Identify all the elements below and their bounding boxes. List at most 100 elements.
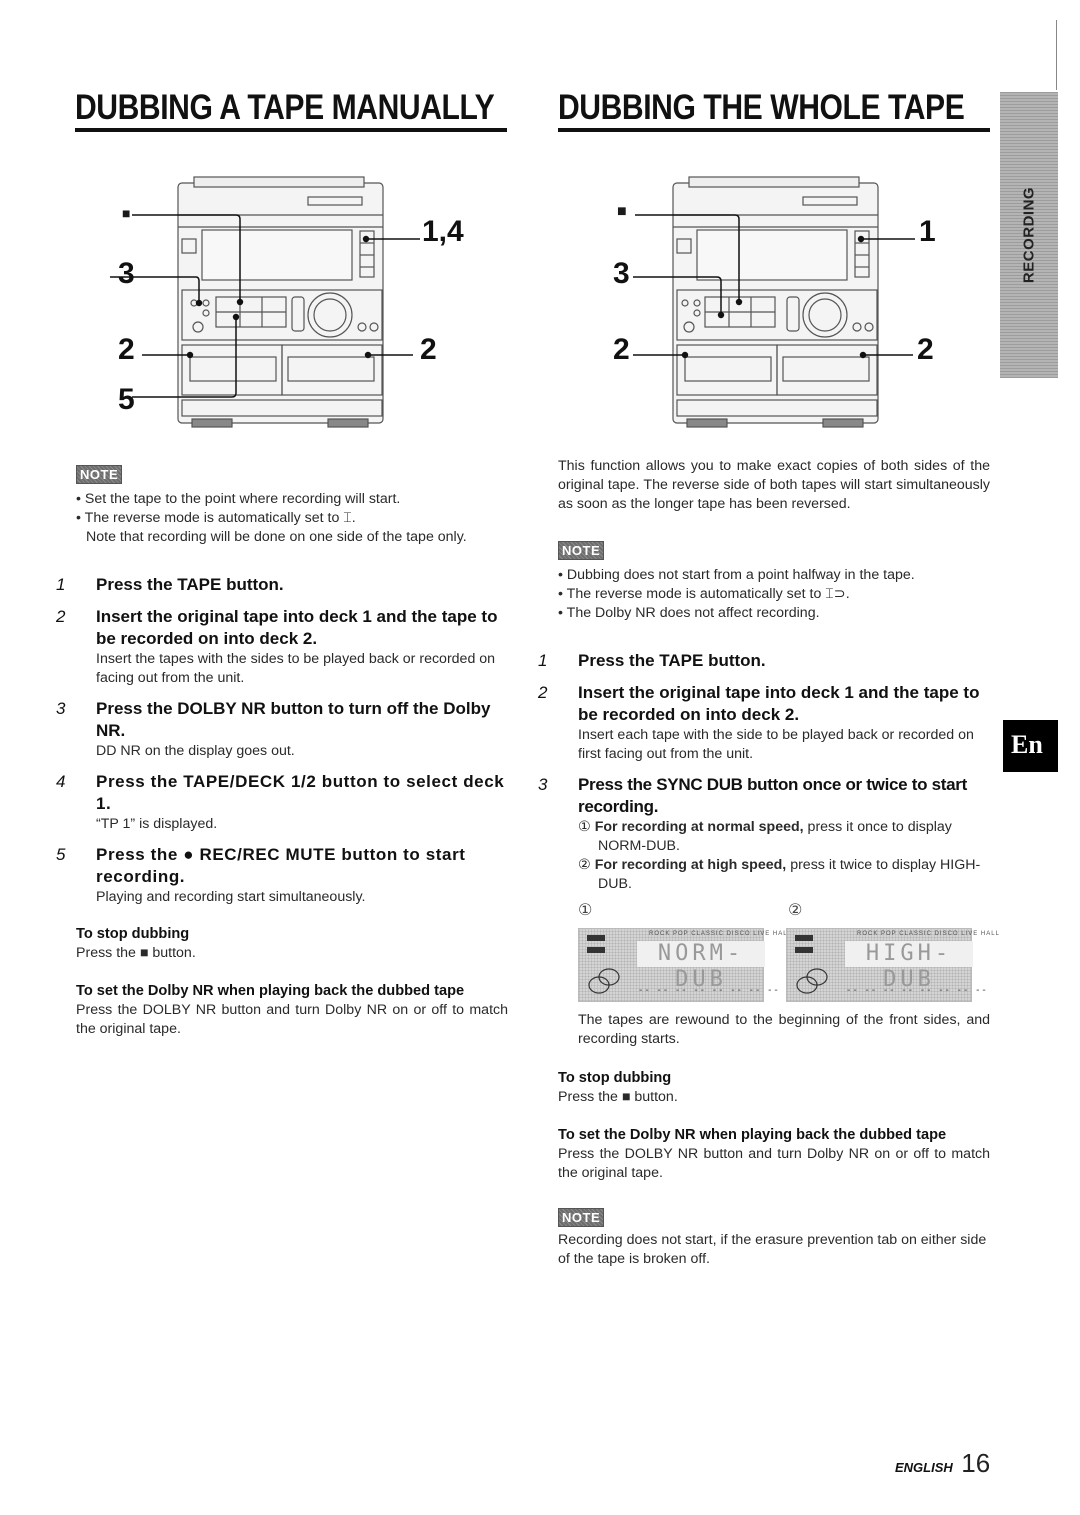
option-high-speed: ② For recording at high speed, press it … xyxy=(558,856,990,894)
lcd-display-high-dub: ROCK POP CLASSIC DISCO LIVE HALL HIGH-DU… xyxy=(786,928,999,1002)
right-dolby-section: To set the Dolby NR when playing back th… xyxy=(558,1126,990,1183)
step-text: Press the TAPE button. xyxy=(96,575,284,594)
page-number: 16 xyxy=(961,1448,991,1478)
note-badge: NOTE xyxy=(558,1208,605,1227)
lcd-mode-labels: ROCK POP CLASSIC DISCO LIVE HALL xyxy=(649,931,792,937)
lcd-text: NORM-DUB xyxy=(637,941,765,992)
left-title-rule xyxy=(75,128,507,132)
step-detail: DD NR on the display goes out. xyxy=(96,743,295,759)
step-detail: Playing and recording start simultaneous… xyxy=(96,889,366,905)
step-number: 1 xyxy=(538,651,548,670)
right-intro: This function allows you to make exact c… xyxy=(558,458,990,512)
step-text: Press the DOLBY NR button to turn off th… xyxy=(96,699,491,740)
step-text: Insert the original tape into deck 1 and… xyxy=(578,683,980,724)
right-stop-section: To stop dubbing Press the ■ button. xyxy=(558,1069,990,1107)
step-number: 4 xyxy=(56,772,67,791)
step-detail: Insert the tapes with the sides to be pl… xyxy=(96,651,496,686)
left-dolby-section: To set the Dolby NR when playing back th… xyxy=(76,982,508,1039)
right-stereo-diagram: ■ 1 3 2 2 xyxy=(605,175,945,435)
display-marker-2: ② xyxy=(788,902,803,919)
callout-1-4: 1,4 xyxy=(422,215,464,248)
callout-2-right: 2 xyxy=(420,333,437,366)
section-tab-label: RECORDING xyxy=(1020,186,1038,284)
lcd-indicator xyxy=(795,935,813,941)
note-bullet: • Dubbing does not start from a point ha… xyxy=(558,567,915,583)
right-note: NOTE • Dubbing does not start from a poi… xyxy=(558,541,998,623)
stereo-unit-illustration xyxy=(633,176,915,428)
note-extra: Note that recording will be done on one … xyxy=(86,529,467,545)
step-number: 2 xyxy=(56,607,66,626)
lcd-text: HIGH-DUB xyxy=(845,941,973,992)
left-note: NOTE • Set the tape to the point where r… xyxy=(76,465,516,547)
option-bold: For recording at normal speed, xyxy=(594,819,804,835)
lcd-mode-labels: ROCK POP CLASSIC DISCO LIVE HALL xyxy=(857,931,1000,937)
note-bullet: • The reverse mode is automatically set … xyxy=(76,510,356,526)
language-tab-en: En xyxy=(1003,720,1058,772)
dolby-symbol-icon xyxy=(588,968,620,994)
page-footer: ENGLISH 16 xyxy=(895,1448,990,1479)
dolby-heading: To set the Dolby NR when playing back th… xyxy=(558,1127,947,1143)
step-number: 2 xyxy=(538,683,548,702)
stop-callout: ■ xyxy=(122,205,131,221)
right-title-rule xyxy=(558,128,990,132)
note-text: Recording does not start, if the erasure… xyxy=(558,1232,987,1267)
step-detail: Insert each tape with the side to be pla… xyxy=(578,727,974,762)
callout-2-right: 2 xyxy=(917,333,934,366)
step-3: 3 Press the SYNC DUB button once or twice… xyxy=(538,774,990,818)
step-text: Press the TAPE button. xyxy=(578,651,766,670)
step-2: 2 Insert the original tape into deck 1 an… xyxy=(538,682,990,726)
option-bold: For recording at high speed, xyxy=(594,857,787,873)
lcd-indicator xyxy=(795,947,813,953)
footer-language: ENGLISH xyxy=(895,1460,953,1475)
section-tab-recording: RECORDING xyxy=(1000,92,1058,378)
left-section-title: DUBBING A TAPE MANUALLY xyxy=(75,88,495,127)
lcd-indicator xyxy=(587,935,605,941)
dolby-symbol-icon xyxy=(796,968,828,994)
note-badge: NOTE xyxy=(558,541,605,560)
right-after-text: The tapes are rewound to the beginning o… xyxy=(578,1012,990,1047)
callout-2-left: 2 xyxy=(613,333,630,366)
step-detail: “TP 1” is displayed. xyxy=(96,816,218,832)
note-bullet: • The Dolby NR does not affect recording… xyxy=(558,605,820,621)
right-section-title: DUBBING THE WHOLE TAPE xyxy=(558,88,965,127)
callout-1: 1 xyxy=(919,215,936,248)
step-text: Press the ● REC/REC MUTE button to start… xyxy=(96,845,466,886)
step-number: 5 xyxy=(56,845,67,864)
callout-2-left: 2 xyxy=(118,333,135,366)
note-badge: NOTE xyxy=(76,465,123,484)
lcd-dashes: -- -- -- -- -- -- -- -- xyxy=(639,985,781,996)
step-5: 5 Press the ● REC/REC MUTE button to star… xyxy=(56,844,508,888)
right-note-2: NOTE Recording does not start, if the er… xyxy=(558,1208,990,1269)
stop-text: Press the ■ button. xyxy=(76,945,196,961)
dolby-text: Press the DOLBY NR button and turn Dolby… xyxy=(558,1146,990,1181)
callout-3: 3 xyxy=(118,257,135,290)
step-1: 1 Press the TAPE button. xyxy=(56,574,508,596)
left-stereo-diagram: ■ 1,4 3 2 2 5 xyxy=(110,175,480,435)
lcd-indicator xyxy=(587,947,605,953)
stop-callout: ■ xyxy=(617,203,627,220)
stop-heading: To stop dubbing xyxy=(558,1070,672,1086)
step-number: 1 xyxy=(56,575,66,594)
option-marker: ② xyxy=(578,857,591,873)
left-stop-section: To stop dubbing Press the ■ button. xyxy=(76,925,508,963)
display-marker-1: ① xyxy=(578,902,593,919)
language-tab-label: En xyxy=(1011,730,1043,759)
note-bullet: • The reverse mode is automatically set … xyxy=(558,586,850,602)
lcd-display-norm-dub: ROCK POP CLASSIC DISCO LIVE HALL NORM-DU… xyxy=(578,928,791,1002)
step-number: 3 xyxy=(538,775,548,794)
step-2: 2 Insert the original tape into deck 1 an… xyxy=(56,606,508,650)
stop-text: Press the ■ button. xyxy=(558,1089,678,1105)
page-edge-mark xyxy=(1056,20,1057,90)
callout-3: 3 xyxy=(613,257,630,290)
left-steps: 1 Press the TAPE button. 2 Insert the orig… xyxy=(56,574,508,907)
stereo-unit-illustration xyxy=(110,176,420,428)
callout-5: 5 xyxy=(118,383,135,416)
option-normal-speed: ① For recording at normal speed, press i… xyxy=(558,818,990,856)
step-4: 4 Press the TAPE/DECK 1/2 button to selec… xyxy=(56,771,508,815)
step-1: 1 Press the TAPE button. xyxy=(538,650,990,672)
step-3: 3 Press the DOLBY NR button to turn off t… xyxy=(56,698,508,742)
step-text: Press the TAPE/DECK 1/2 button to select… xyxy=(96,772,505,813)
lcd-dashes: -- -- -- -- -- -- -- -- xyxy=(847,985,989,996)
dolby-heading: To set the Dolby NR when playing back th… xyxy=(76,983,465,999)
step-number: 3 xyxy=(56,699,66,718)
